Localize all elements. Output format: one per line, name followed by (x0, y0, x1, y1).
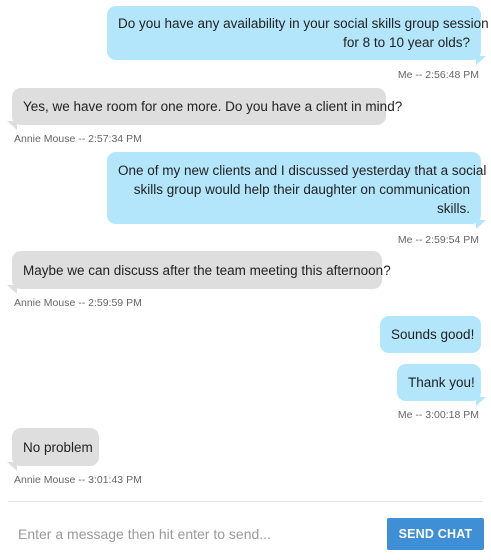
bubble-tail (476, 56, 486, 65)
send-chat-button[interactable]: SEND CHAT (387, 518, 484, 550)
message-bubble-outgoing: One of my new clients and I discussed ye… (107, 152, 487, 224)
message-bubble-incoming: Maybe we can discuss after the team meet… (12, 251, 391, 289)
message-text: for 8 to 10 year olds? (343, 35, 470, 50)
message-text: Do you have any availability in your soc… (118, 16, 489, 31)
bubble-tail (7, 462, 17, 471)
message-text: skills group would help their daughter o… (133, 182, 470, 197)
message-sender-time: Me -- 2:59:54 PM (397, 234, 479, 246)
message-bubble-incoming: No problem (12, 428, 99, 466)
message-bubble-incoming: Yes, we have room for one more. Do you h… (12, 88, 403, 125)
message-bubble-outgoing: Thank you! (397, 364, 481, 401)
message-sender-time: Me -- 2:56:48 PM (397, 69, 479, 81)
composer-divider (8, 501, 483, 502)
bubble-tail (7, 121, 17, 130)
message-sender-time: Annie Mouse -- 3:01:43 PM (14, 474, 142, 486)
message-sender-time: Me -- 3:00:18 PM (397, 409, 479, 421)
message-text: No problem (23, 440, 93, 455)
message-sender-time: Annie Mouse -- 2:57:34 PM (14, 133, 142, 145)
message-text: Thank you! (408, 375, 475, 390)
message-bubble-outgoing: Sounds good! (380, 316, 481, 353)
bubble-tail (7, 285, 17, 294)
message-text: skills. (437, 201, 470, 216)
message-text: Sounds good! (391, 327, 475, 342)
message-input[interactable] (18, 523, 358, 545)
bubble-tail (476, 220, 486, 229)
message-bubble-outgoing: Do you have any availability in your soc… (107, 6, 489, 60)
bubble-tail (476, 397, 486, 406)
message-sender-time: Annie Mouse -- 2:59:59 PM (14, 297, 142, 309)
message-text: One of my new clients and I discussed ye… (118, 163, 487, 178)
message-text: Yes, we have room for one more. Do you h… (23, 99, 403, 114)
message-text: Maybe we can discuss after the team meet… (23, 263, 391, 278)
